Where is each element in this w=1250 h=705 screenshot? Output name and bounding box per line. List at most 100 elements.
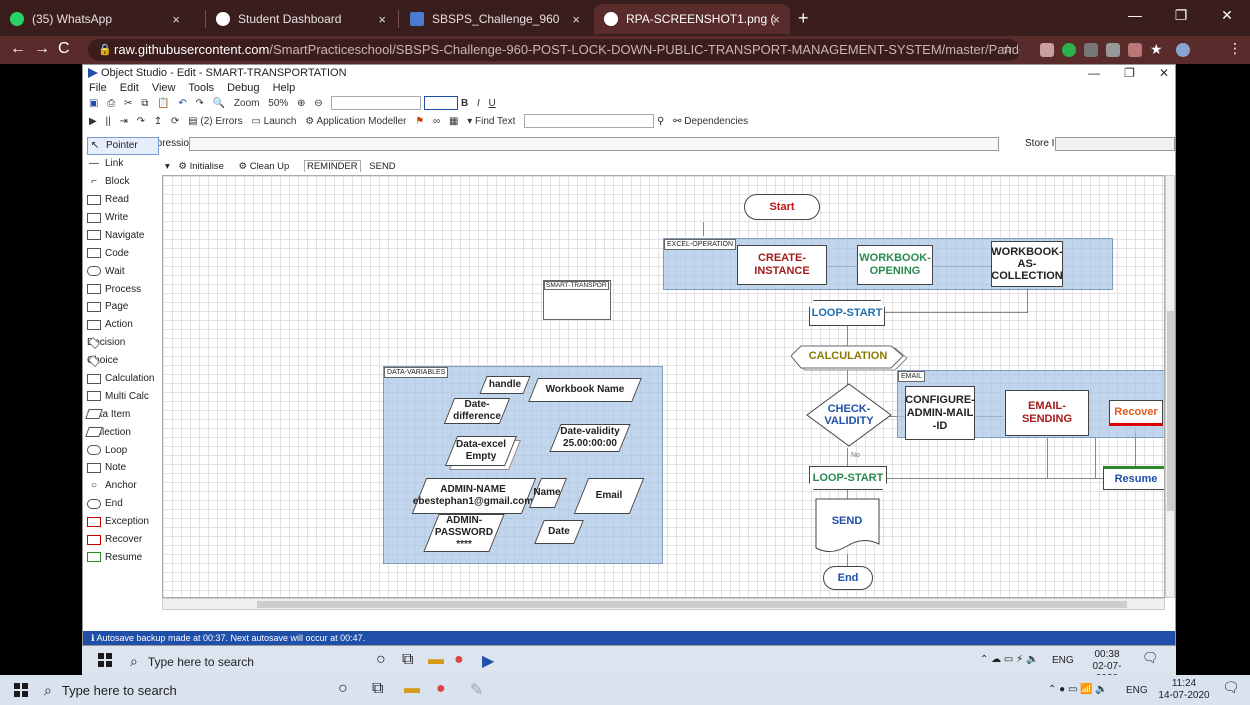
tab-whatsapp[interactable]: (35) WhatsApp × [0, 4, 190, 34]
system-tray-icons[interactable]: ⌃ ☁ ▭ ⚡ 🔈 [980, 654, 1038, 666]
minimize-button[interactable]: — [1112, 0, 1158, 30]
tab-sbsps-challenge[interactable]: SBSPS_Challenge_960 × [400, 4, 590, 34]
binoculars-icon[interactable]: ⚲ [657, 113, 664, 131]
palette-item-wait[interactable]: Wait [87, 262, 159, 280]
tab-send[interactable]: SEND [369, 161, 395, 172]
tab-rpa-screenshot[interactable]: RPA-SCREENSHOT1.png (1920×1 × [594, 4, 790, 34]
paint-icon[interactable]: ✎ [470, 680, 483, 700]
extension-icon[interactable] [1062, 43, 1076, 57]
palette-item-block[interactable]: ⌐ Block [87, 173, 159, 191]
clock[interactable]: 11:24 14-07-2020 [1158, 678, 1210, 702]
cortana-icon[interactable]: ○ [338, 680, 348, 698]
copy-icon[interactable]: ⧉ [141, 95, 148, 113]
language-indicator[interactable]: ENG [1052, 655, 1074, 667]
chrome-icon[interactable]: ● [454, 651, 464, 669]
tab-clean-up[interactable]: ⚙ Clean Up [239, 161, 296, 172]
palette-item-decision[interactable]: Decision [87, 334, 159, 352]
palette-item-multi-calc[interactable]: Multi Calc [87, 387, 159, 405]
handle-data-item[interactable]: handle [481, 376, 529, 394]
windows-start-icon[interactable] [14, 683, 28, 697]
taskbar-search[interactable]: ⌕ Type here to search [44, 682, 177, 699]
redo-icon[interactable]: ↷ [196, 95, 204, 113]
file-explorer-icon[interactable]: ▬ [404, 680, 420, 698]
avatar[interactable] [1176, 43, 1190, 57]
refresh-icon[interactable]: ⟳ [171, 113, 179, 131]
step-over-icon[interactable]: ↷ [137, 113, 145, 131]
extension-icon[interactable] [1084, 43, 1098, 57]
extension-icon[interactable] [1106, 43, 1120, 57]
menu-icon[interactable]: ⋮ [1228, 40, 1242, 57]
palette-item-pointer[interactable]: ↖ Pointer [87, 137, 159, 155]
star-icon[interactable]: ☆ [1002, 42, 1013, 56]
palette-item-resume[interactable]: Resume [87, 548, 159, 566]
close-button[interactable]: ✕ [1159, 66, 1169, 80]
extension-icon[interactable] [1128, 43, 1142, 57]
expression-input[interactable] [189, 137, 999, 151]
palette-item-choice[interactable]: Choice [87, 352, 159, 370]
italic-button[interactable]: I [477, 95, 480, 113]
tab-initialise[interactable]: ⚙ Initialise [178, 161, 229, 172]
scroll-thumb[interactable] [1167, 311, 1174, 511]
create-instance-node[interactable]: CREATE- INSTANCE [737, 245, 827, 285]
application-modeller-button[interactable]: ⚙ Application Modeller [305, 113, 406, 131]
page-dropdown-icon[interactable]: ▾ [165, 161, 170, 172]
close-icon[interactable]: × [772, 12, 780, 27]
dependencies-button[interactable]: ⚯ Dependencies [673, 113, 748, 131]
resume-node[interactable]: Resume [1103, 466, 1164, 490]
palette-item-anchor[interactable]: ○ Anchor [87, 477, 159, 495]
palette-item-read[interactable]: Read [87, 191, 159, 209]
send-node[interactable]: SEND [815, 506, 879, 536]
menu-debug[interactable]: Debug [227, 82, 259, 94]
paste-icon[interactable]: 📋 [157, 95, 169, 113]
close-icon[interactable]: × [378, 12, 386, 27]
workbook-opening-node[interactable]: WORKBOOK- OPENING [857, 245, 933, 285]
palette-item-collection[interactable]: Collection [85, 423, 159, 441]
restore-button[interactable]: ❐ [1124, 66, 1135, 80]
process-canvas[interactable]: Start EXCEL-OPERATION CREATE- INSTANCE W… [162, 175, 1165, 598]
step-icon[interactable]: ⇥ [119, 113, 127, 131]
task-view-icon[interactable]: ⧉ [402, 651, 413, 669]
recover-node[interactable]: Recover [1109, 400, 1163, 426]
calculation-node[interactable]: CALCULATION [791, 344, 905, 368]
cut-icon[interactable]: ✂ [124, 95, 132, 113]
chrome-icon[interactable]: ● [436, 680, 446, 698]
close-window-button[interactable]: ✕ [1204, 0, 1250, 30]
loop-end-node[interactable]: LOOP-START [809, 466, 887, 490]
taskbar-search[interactable]: ⌕ Type here to search [130, 653, 254, 670]
system-tray-icons[interactable]: ⌃ ● ▭ 📶 🔈 [1048, 684, 1108, 696]
palette-item-end[interactable]: End [87, 495, 159, 513]
start-node[interactable]: Start [744, 194, 820, 220]
loop-start-node[interactable]: LOOP-START [809, 300, 885, 326]
back-icon[interactable]: ← [10, 40, 26, 58]
close-icon[interactable]: × [572, 12, 580, 27]
step-out-icon[interactable]: ↥ [154, 113, 162, 131]
language-indicator[interactable]: ENG [1126, 685, 1148, 697]
palette-item-link[interactable]: — Link [87, 155, 159, 173]
admin-password-data-item[interactable]: ADMIN- PASSWORD **** [427, 514, 501, 552]
menu-tools[interactable]: Tools [188, 82, 214, 94]
date-validity-data-item[interactable]: Date-validity 25.00:00:00 [555, 424, 625, 452]
zoom-in-icon[interactable]: ⊕ [297, 95, 305, 113]
save-icon[interactable]: ▣ [89, 95, 98, 113]
tab-reminder[interactable]: REMINDER [303, 160, 361, 172]
date-difference-data-item[interactable]: Date- difference [449, 398, 505, 424]
menu-file[interactable]: File [89, 82, 107, 94]
check-validity-node[interactable]: CHECK- VALIDITY [815, 398, 883, 432]
configure-admin-mail-node[interactable]: CONFIGURE- ADMIN-MAIL -ID [905, 386, 975, 440]
zoom-out-icon[interactable]: ⊖ [314, 95, 322, 113]
palette-item-data-item[interactable]: Data Item [85, 405, 159, 423]
palette-item-note[interactable]: Note [87, 459, 159, 477]
data-excel-collection[interactable]: Data-excel Empty [451, 436, 511, 466]
minimize-button[interactable]: — [1088, 66, 1100, 80]
tab-student-dashboard[interactable]: Student Dashboard × [206, 4, 396, 34]
flag-icon[interactable]: ⚑ [415, 113, 424, 131]
reload-icon[interactable]: C [58, 40, 70, 58]
windows-start-icon[interactable] [98, 653, 112, 667]
maximize-button[interactable]: ❐ [1158, 0, 1204, 30]
palette-item-action[interactable]: Action [87, 316, 159, 334]
date-data-item[interactable]: Date [539, 520, 579, 544]
link-icon[interactable]: ∞ [433, 113, 440, 131]
menu-edit[interactable]: Edit [120, 82, 139, 94]
palette-item-write[interactable]: Write [87, 209, 159, 227]
scroll-thumb[interactable] [257, 601, 1127, 608]
